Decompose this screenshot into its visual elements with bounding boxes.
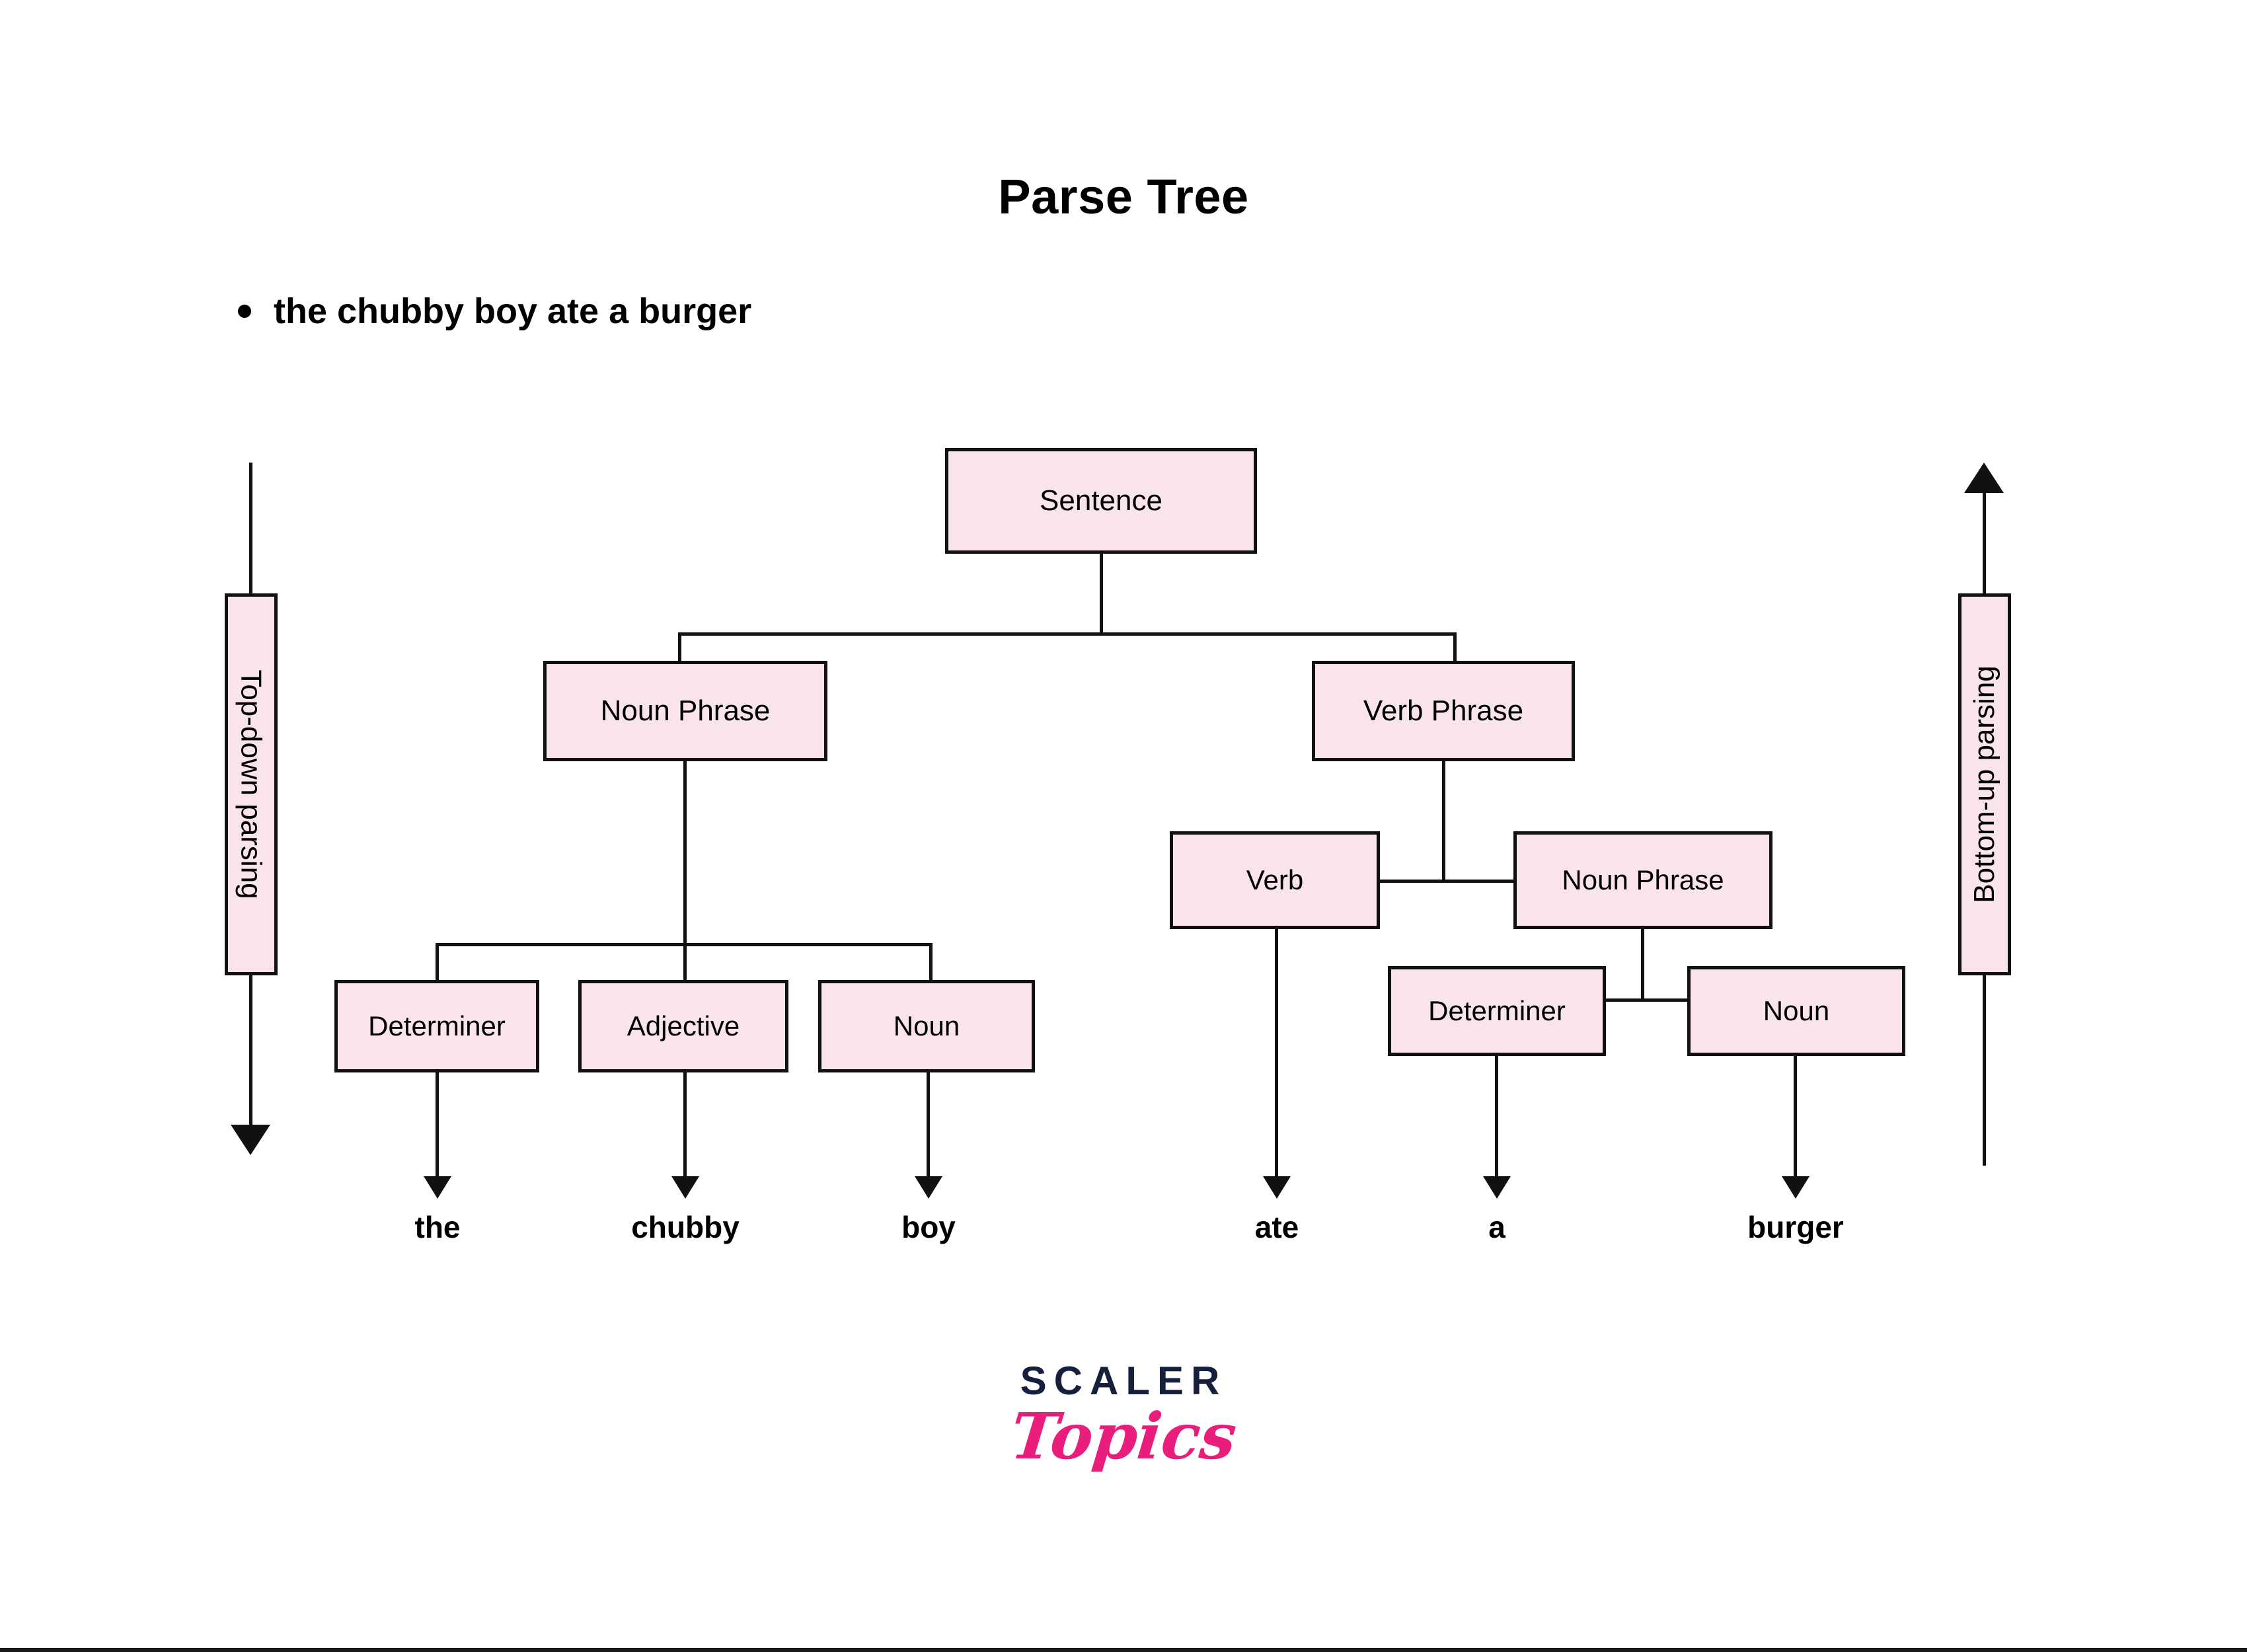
- leaf-word-a: a: [1488, 1210, 1505, 1244]
- edge-np1-to-adjective: [683, 943, 687, 981]
- edge-verb-to-ate: [1275, 929, 1278, 1178]
- edge-sentence-stem: [1100, 554, 1103, 634]
- bottom-up-arrow-shaft-upper: [1983, 490, 1986, 595]
- node-determiner-subject-label: Determiner: [368, 1010, 506, 1041]
- arrow-down-icon-a: [1483, 1176, 1511, 1199]
- parse-tree-slide: Parse Tree the chubby boy ate a burger T…: [0, 0, 2247, 1652]
- page-title: Parse Tree: [998, 169, 1249, 224]
- edge-determiner-to-a: [1495, 1056, 1498, 1178]
- bottom-up-arrow-shaft-lower: [1983, 974, 1986, 1166]
- bullet-dot-icon: [238, 305, 251, 318]
- logo-scaler-text: SCALER: [1020, 1359, 1227, 1403]
- bottom-up-parsing-label: Bottom-up parsing: [1968, 665, 2000, 903]
- edge-np2-stem: [1641, 929, 1644, 1000]
- top-down-parsing-band: Top-down parsing: [225, 593, 278, 975]
- edge-determiner-to-the: [436, 1072, 439, 1178]
- leaf-word-burger: burger: [1747, 1210, 1844, 1244]
- arrow-down-icon: [231, 1125, 270, 1155]
- example-sentence-text: the chubby boy ate a burger: [274, 291, 752, 331]
- node-sentence[interactable]: Sentence: [945, 448, 1257, 554]
- top-down-arrow-shaft-upper: [249, 463, 252, 595]
- top-down-parsing-label: Top-down parsing: [235, 669, 268, 899]
- node-noun-object-label: Noun: [1763, 995, 1830, 1026]
- edge-np1-to-noun: [929, 943, 933, 981]
- node-verb[interactable]: Verb: [1170, 831, 1380, 929]
- edge-np1-stem: [683, 761, 687, 946]
- logo-topics-text: Topics: [1007, 1399, 1240, 1474]
- arrow-up-icon: [1964, 463, 2004, 493]
- edge-np1-to-determiner: [436, 943, 439, 981]
- edge-adjective-to-chubby: [683, 1072, 687, 1178]
- node-determiner-subject[interactable]: Determiner: [334, 980, 539, 1072]
- arrow-down-icon-boy: [915, 1176, 942, 1199]
- arrow-down-icon-the: [424, 1176, 451, 1199]
- arrow-down-icon-burger: [1782, 1176, 1809, 1199]
- node-verb-phrase-label: Verb Phrase: [1363, 695, 1524, 727]
- node-determiner-object[interactable]: Determiner: [1388, 966, 1606, 1056]
- bottom-up-parsing-band: Bottom-up parsing: [1958, 593, 2011, 975]
- node-noun-object[interactable]: Noun: [1687, 966, 1905, 1056]
- leaf-word-chubby: chubby: [631, 1210, 740, 1244]
- edge-noun-to-boy: [927, 1072, 930, 1178]
- edge-noun-to-burger: [1794, 1056, 1797, 1178]
- node-determiner-object-label: Determiner: [1428, 995, 1566, 1026]
- node-noun-phrase-object[interactable]: Noun Phrase: [1513, 831, 1772, 929]
- node-noun-phrase-subject[interactable]: Noun Phrase: [543, 661, 827, 761]
- edge-vp-stem: [1442, 761, 1445, 882]
- leaf-word-ate: ate: [1254, 1210, 1299, 1244]
- node-adjective[interactable]: Adjective: [578, 980, 788, 1072]
- scaler-topics-logo: SCALER Topics: [0, 1359, 2247, 1474]
- node-noun-phrase-object-label: Noun Phrase: [1562, 864, 1724, 895]
- node-sentence-label: Sentence: [1040, 484, 1162, 517]
- leaf-word-the: the: [414, 1210, 461, 1244]
- node-noun-subject[interactable]: Noun: [818, 980, 1035, 1072]
- arrow-down-icon-ate: [1263, 1176, 1291, 1199]
- node-noun-phrase-subject-label: Noun Phrase: [600, 695, 771, 727]
- arrow-down-icon-chubby: [671, 1176, 699, 1199]
- bullet-list-item: the chubby boy ate a burger: [238, 291, 751, 332]
- node-verb-phrase[interactable]: Verb Phrase: [1312, 661, 1575, 761]
- top-down-arrow-shaft-lower: [249, 974, 252, 1126]
- edge-sentence-bracket: [678, 632, 1457, 636]
- node-adjective-label: Adjective: [627, 1010, 740, 1041]
- node-verb-label: Verb: [1246, 864, 1304, 895]
- leaf-word-boy: boy: [901, 1210, 956, 1244]
- node-noun-subject-label: Noun: [893, 1010, 960, 1041]
